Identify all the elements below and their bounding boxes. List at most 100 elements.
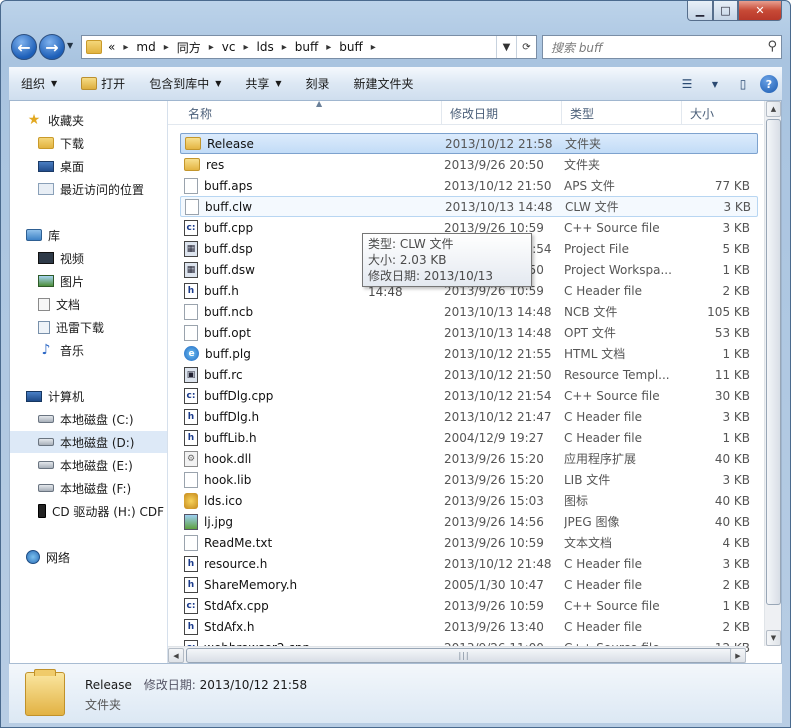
sidebar-item-drive-e[interactable]: 本地磁盘 (E:) <box>10 454 167 476</box>
sidebar-item-drive-f[interactable]: 本地磁盘 (F:) <box>10 477 167 499</box>
scroll-right-button[interactable]: ▶ <box>730 648 746 663</box>
tooltip-type: 类型: CLW 文件 <box>368 237 454 251</box>
breadcrumb-separator-icon[interactable]: ▸ <box>371 42 376 53</box>
chevron-down-icon: ▼ <box>711 79 719 89</box>
vertical-scrollbar[interactable]: ▲ ▼ <box>764 101 781 646</box>
breadcrumb-md[interactable]: md <box>136 40 155 54</box>
breadcrumb-tongfang[interactable]: 同方 <box>177 39 201 56</box>
sidebar-item-drive-cd[interactable]: CD 驱动器 (H:) CDF <box>10 500 167 522</box>
burn-button[interactable]: 刻录 <box>294 72 342 96</box>
file-row[interactable]: lds.ico 2013/9/26 15:03 图标 40 KB <box>180 490 758 511</box>
breadcrumb-separator-icon[interactable]: ▸ <box>123 42 128 53</box>
scroll-up-button[interactable]: ▲ <box>766 101 781 117</box>
search-icon[interactable]: ⚲ <box>767 39 777 54</box>
sidebar-item-desktop[interactable]: 桌面 <box>10 155 167 177</box>
sidebar-item-recent[interactable]: 最近访问的位置 <box>10 178 167 200</box>
sidebar-item-videos[interactable]: 视频 <box>10 247 167 269</box>
file-row[interactable]: h StdAfx.h 2013/9/26 13:40 C Header file 2 K… <box>180 616 758 637</box>
sidebar-item-drive-c[interactable]: 本地磁盘 (C:) <box>10 408 167 430</box>
share-button[interactable]: 共享 ▼ <box>233 72 293 96</box>
chevron-down-icon: ▼ <box>67 41 74 50</box>
horizontal-scrollbar[interactable]: ◀ ||| ▶ <box>168 646 746 663</box>
view-options-dropdown[interactable]: ▼ <box>704 73 726 95</box>
sidebar-item-downloads[interactable]: 下载 <box>10 132 167 154</box>
search-input[interactable]: 搜索 buff ⚲ <box>542 35 782 59</box>
file-row[interactable]: h ShareMemory.h 2005/1/30 10:47 C Header fi… <box>180 574 758 595</box>
file-row[interactable]: hook.lib 2013/9/26 15:20 LIB 文件 3 KB <box>180 469 758 490</box>
back-button[interactable]: ← <box>11 34 37 60</box>
project-file-icon: ▦ <box>184 240 198 257</box>
sidebar-item-drive-d[interactable]: 本地磁盘 (D:) <box>10 431 167 453</box>
breadcrumb-lds[interactable]: lds <box>257 40 274 54</box>
maximize-button[interactable]: □ <box>713 1 738 21</box>
column-header-size[interactable]: 大小 <box>682 101 746 125</box>
file-row[interactable]: buff.ncb 2013/10/13 14:48 NCB 文件 105 KB <box>180 301 758 322</box>
music-note-icon: ♪ <box>41 342 51 358</box>
refresh-button[interactable]: ⟳ <box>516 36 536 58</box>
breadcrumb-separator-icon[interactable]: ▸ <box>164 42 169 53</box>
breadcrumb-buff-current[interactable]: buff <box>339 40 363 54</box>
vertical-scroll-thumb[interactable] <box>766 119 781 605</box>
file-row[interactable]: lj.jpg 2013/9/26 14:56 JPEG 图像 40 KB <box>180 511 758 532</box>
sidebar-item-pictures[interactable]: 图片 <box>10 270 167 292</box>
breadcrumb-separator-icon[interactable]: ▸ <box>282 42 287 53</box>
column-header-date[interactable]: 修改日期 <box>442 101 562 125</box>
file-row[interactable]: ReadMe.txt 2013/9/26 10:59 文本文档 4 KB <box>180 532 758 553</box>
file-row[interactable]: buff.aps 2013/10/12 21:50 APS 文件 77 KB <box>180 175 758 196</box>
sidebar-item-music[interactable]: ♪ 音乐 <box>10 339 167 361</box>
address-history-dropdown[interactable]: ▼ <box>496 36 516 58</box>
breadcrumb-buff[interactable]: buff <box>295 40 319 54</box>
horizontal-scroll-thumb[interactable]: ||| <box>186 648 742 663</box>
breadcrumb-vc[interactable]: vc <box>222 40 236 54</box>
file-date: 2013/9/26 15:20 <box>444 472 544 487</box>
breadcrumb-separator-icon[interactable]: ▸ <box>243 42 248 53</box>
file-row[interactable]: ⚙ hook.dll 2013/9/26 15:20 应用程序扩展 40 KB <box>180 448 758 469</box>
file-info-tooltip: 类型: CLW 文件 大小: 2.03 KB 修改日期: 2013/10/13 … <box>362 233 532 299</box>
folder-icon <box>185 137 201 150</box>
file-row[interactable]: h buffLib.h 2004/12/9 19:27 C Header file 1 … <box>180 427 758 448</box>
include-in-library-button[interactable]: 包含到库中 ▼ <box>137 72 233 96</box>
open-button[interactable]: 打开 <box>69 72 137 96</box>
breadcrumb-separator-icon[interactable]: ▸ <box>209 42 214 53</box>
help-button[interactable]: ? <box>760 75 778 93</box>
address-bar[interactable]: « ▸ md ▸ 同方 ▸ vc ▸ lds ▸ buff ▸ buff ▸ ▼… <box>81 35 537 59</box>
file-row[interactable]: e buff.plg 2013/10/12 21:55 HTML 文档 1 KB <box>180 343 758 364</box>
file-row[interactable]: c: buffDlg.cpp 2013/10/12 21:54 C++ Source … <box>180 385 758 406</box>
file-row[interactable]: h buffDlg.h 2013/10/12 21:47 C Header file 3… <box>180 406 758 427</box>
file-row[interactable]: Release 2013/10/12 21:58 文件夹 <box>180 133 758 154</box>
sidebar-item-label: 视频 <box>60 251 85 266</box>
new-folder-label: 新建文件夹 <box>353 77 414 91</box>
sidebar-item-libraries[interactable]: 库 <box>10 224 167 246</box>
organize-button[interactable]: 组织 ▼ <box>9 72 69 96</box>
sidebar-item-documents[interactable]: 文档 <box>10 293 167 315</box>
navigation-pane: ★ 收藏夹 下载 桌面 最近访问的位置 库 视频 图片 文档 迅雷下载 ♪ 音乐 计… <box>10 101 168 663</box>
sidebar-item-network[interactable]: 网络 <box>10 546 167 568</box>
sidebar-item-computer[interactable]: 计算机 <box>10 385 167 407</box>
breadcrumb-overflow[interactable]: « <box>108 40 115 54</box>
file-row[interactable]: buff.clw 2013/10/13 14:48 CLW 文件 3 KB <box>180 196 758 217</box>
column-header-name[interactable]: 名称 ▲ <box>180 101 442 125</box>
preview-pane-button[interactable]: ▯ <box>732 73 754 95</box>
scroll-left-button[interactable]: ◀ <box>168 648 184 663</box>
column-header-type[interactable]: 类型 <box>562 101 682 125</box>
forward-button[interactable]: → <box>39 34 65 60</box>
file-row[interactable]: c: StdAfx.cpp 2013/9/26 10:59 C++ Source fi… <box>180 595 758 616</box>
file-row[interactable]: ▣ buff.rc 2013/10/12 21:50 Resource Templ..… <box>180 364 758 385</box>
recent-pages-dropdown[interactable]: ▼ <box>67 41 73 50</box>
scroll-down-button[interactable]: ▼ <box>766 630 781 646</box>
new-folder-button[interactable]: 新建文件夹 <box>342 72 426 96</box>
file-name: StdAfx.h <box>204 619 255 634</box>
change-view-button[interactable]: ☰ <box>676 73 698 95</box>
details-pane: Release 修改日期: 2013/10/12 21:58 文件夹 <box>9 663 782 723</box>
file-row[interactable]: buff.opt 2013/10/13 14:48 OPT 文件 53 KB <box>180 322 758 343</box>
file-row[interactable]: h resource.h 2013/10/12 21:48 C Header file… <box>180 553 758 574</box>
file-name-cell: buff.opt <box>184 324 434 341</box>
file-row[interactable]: res 2013/9/26 20:50 文件夹 <box>180 154 758 175</box>
close-button[interactable]: ✕ <box>738 1 782 21</box>
cpp-file-icon: c: <box>184 597 198 614</box>
breadcrumb-separator-icon[interactable]: ▸ <box>326 42 331 53</box>
sidebar-item-favorites[interactable]: ★ 收藏夹 <box>10 109 167 131</box>
minimize-button[interactable]: ▁ <box>687 1 713 21</box>
sidebar-item-label: 计算机 <box>48 389 85 404</box>
sidebar-item-thunder-downloads[interactable]: 迅雷下载 <box>10 316 167 338</box>
